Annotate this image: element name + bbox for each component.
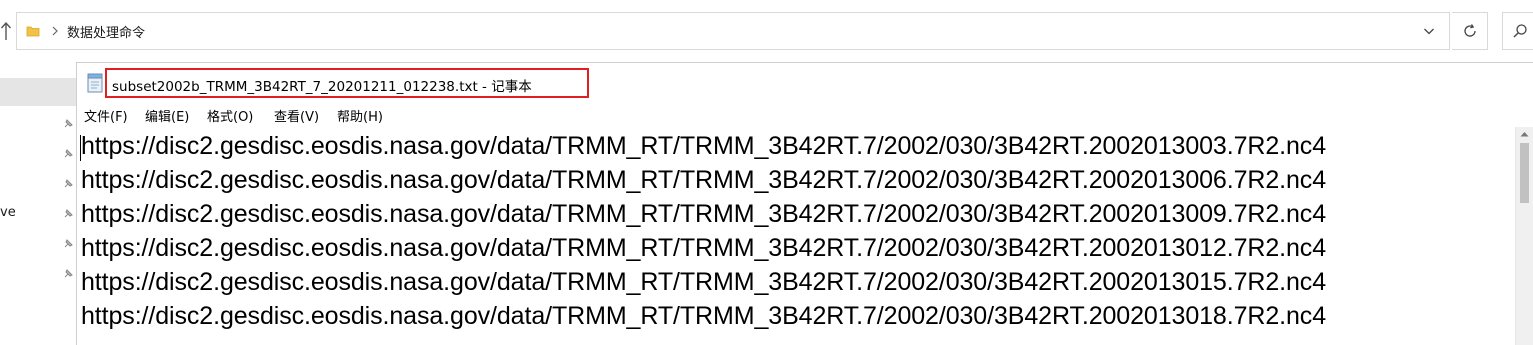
menu-file[interactable]: 文件(F) (84, 106, 128, 125)
title-bar[interactable]: subset2002b_TRMM_3B42RT_7_20201211_01223… (77, 63, 1533, 103)
pin-icon (64, 179, 73, 188)
refresh-button[interactable] (1452, 12, 1488, 50)
refresh-icon (1464, 24, 1476, 37)
pin-icon (64, 269, 73, 278)
navigation-pane: ve (0, 62, 76, 345)
text-line: https://disc2.gesdisc.eosdis.nasa.gov/da… (81, 234, 1326, 262)
menu-view[interactable]: 查看(V) (274, 106, 319, 125)
vertical-scrollbar[interactable] (1515, 127, 1533, 345)
menu-format[interactable]: 格式(O) (207, 106, 253, 125)
pin-icon (64, 149, 73, 158)
sidebar-item-label[interactable]: ve (0, 205, 16, 220)
menu-bar: 文件(F) 编辑(E) 格式(O) 查看(V) 帮助(H) (77, 103, 1533, 127)
menu-edit[interactable]: 编辑(E) (145, 106, 189, 125)
search-input[interactable] (1502, 12, 1533, 50)
up-arrow-icon[interactable] (0, 20, 12, 42)
search-icon (1513, 24, 1527, 38)
chevron-down-icon[interactable] (1423, 26, 1435, 36)
scrollbar-thumb[interactable] (1520, 143, 1529, 203)
screen: 数据处理命令 ve subset2002b_TRMM_3B42RT_7_2020… (0, 0, 1533, 345)
sidebar-item-selected[interactable] (0, 78, 76, 106)
text-line: https://disc2.gesdisc.eosdis.nasa.gov/da… (81, 200, 1326, 228)
explorer-toolbar: 数据处理命令 (0, 0, 1533, 62)
text-line: https://disc2.gesdisc.eosdis.nasa.gov/da… (81, 132, 1326, 160)
text-line: https://disc2.gesdisc.eosdis.nasa.gov/da… (81, 268, 1326, 296)
pin-icon (64, 209, 73, 218)
text-line: https://disc2.gesdisc.eosdis.nasa.gov/da… (81, 302, 1326, 330)
notepad-icon (87, 73, 103, 93)
chevron-right-icon[interactable] (51, 24, 59, 38)
text-editor[interactable]: https://disc2.gesdisc.eosdis.nasa.gov/da… (77, 127, 1515, 345)
notepad-window: subset2002b_TRMM_3B42RT_7_20201211_01223… (76, 62, 1533, 345)
menu-help[interactable]: 帮助(H) (337, 106, 383, 125)
pin-icon (64, 119, 73, 128)
window-title: subset2002b_TRMM_3B42RT_7_20201211_01223… (112, 79, 532, 95)
folder-icon (26, 26, 40, 37)
scroll-up-icon[interactable] (1520, 131, 1529, 137)
address-bar[interactable]: 数据处理命令 (16, 12, 1450, 50)
pin-icon (64, 239, 73, 248)
text-line: https://disc2.gesdisc.eosdis.nasa.gov/da… (81, 166, 1326, 194)
breadcrumb-path[interactable]: 数据处理命令 (67, 22, 145, 41)
